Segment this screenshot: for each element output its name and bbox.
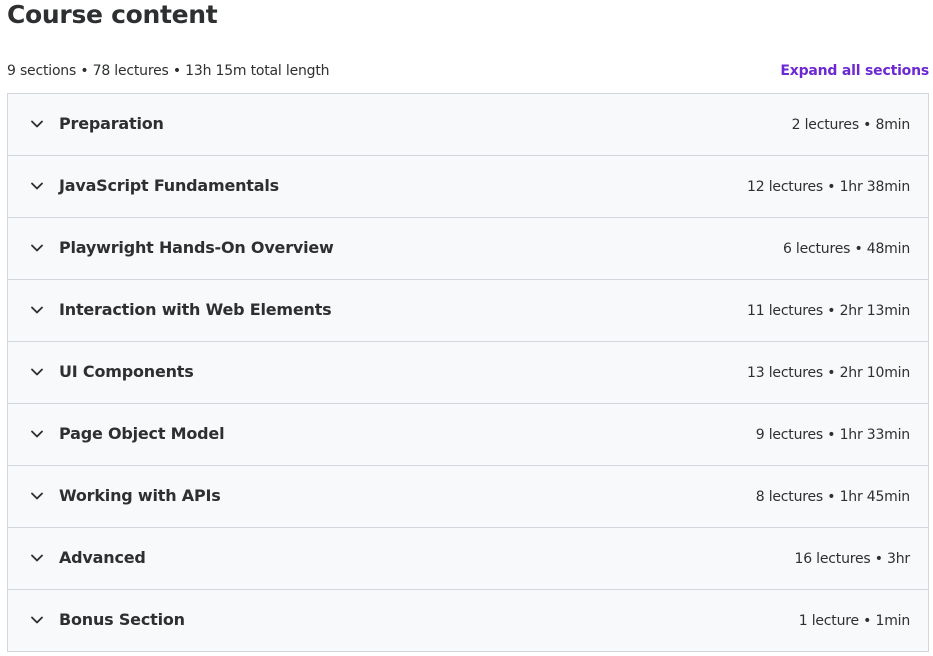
page-title: Course content xyxy=(7,0,218,29)
section-row[interactable]: UI Components 13 lectures • 2hr 10min xyxy=(8,341,928,403)
chevron-down-icon xyxy=(30,365,44,379)
section-row[interactable]: Bonus Section 1 lecture • 1min xyxy=(8,589,928,651)
expand-all-sections-button[interactable]: Expand all sections xyxy=(780,63,929,79)
chevron-down-icon xyxy=(30,303,44,317)
section-title: Preparation xyxy=(59,113,164,133)
section-title: Page Object Model xyxy=(59,423,225,443)
section-row[interactable]: Playwright Hands-On Overview 6 lectures … xyxy=(8,217,928,279)
course-summary: 9 sections • 78 lectures • 13h 15m total… xyxy=(7,63,330,79)
section-meta: 13 lectures • 2hr 10min xyxy=(747,364,910,381)
section-title: UI Components xyxy=(59,361,194,381)
section-row[interactable]: Interaction with Web Elements 11 lecture… xyxy=(8,279,928,341)
section-meta: 1 lecture • 1min xyxy=(798,612,910,629)
sections-list: Preparation 2 lectures • 8min JavaScript… xyxy=(7,93,929,652)
section-row[interactable]: Page Object Model 9 lectures • 1hr 33min xyxy=(8,403,928,465)
section-meta: 8 lectures • 1hr 45min xyxy=(755,488,910,505)
chevron-down-icon xyxy=(30,489,44,503)
section-meta: 11 lectures • 2hr 13min xyxy=(747,302,910,319)
course-summary-bar: 9 sections • 78 lectures • 13h 15m total… xyxy=(7,60,929,82)
section-row[interactable]: Working with APIs 8 lectures • 1hr 45min xyxy=(8,465,928,527)
section-title: Advanced xyxy=(59,547,146,567)
section-title: JavaScript Fundamentals xyxy=(59,175,279,195)
section-row[interactable]: Preparation 2 lectures • 8min xyxy=(8,94,928,155)
chevron-down-icon xyxy=(30,117,44,131)
section-title: Working with APIs xyxy=(59,485,221,505)
section-row[interactable]: Advanced 16 lectures • 3hr xyxy=(8,527,928,589)
section-row[interactable]: JavaScript Fundamentals 12 lectures • 1h… xyxy=(8,155,928,217)
chevron-down-icon xyxy=(30,613,44,627)
chevron-down-icon xyxy=(30,241,44,255)
section-title: Playwright Hands-On Overview xyxy=(59,237,334,257)
section-title: Interaction with Web Elements xyxy=(59,299,332,319)
section-title: Bonus Section xyxy=(59,609,185,629)
chevron-down-icon xyxy=(30,551,44,565)
section-meta: 12 lectures • 1hr 38min xyxy=(747,178,910,195)
chevron-down-icon xyxy=(30,427,44,441)
section-meta: 2 lectures • 8min xyxy=(791,116,911,133)
section-meta: 16 lectures • 3hr xyxy=(794,550,911,567)
chevron-down-icon xyxy=(30,179,44,193)
section-meta: 9 lectures • 1hr 33min xyxy=(755,426,910,443)
section-meta: 6 lectures • 48min xyxy=(782,240,910,257)
